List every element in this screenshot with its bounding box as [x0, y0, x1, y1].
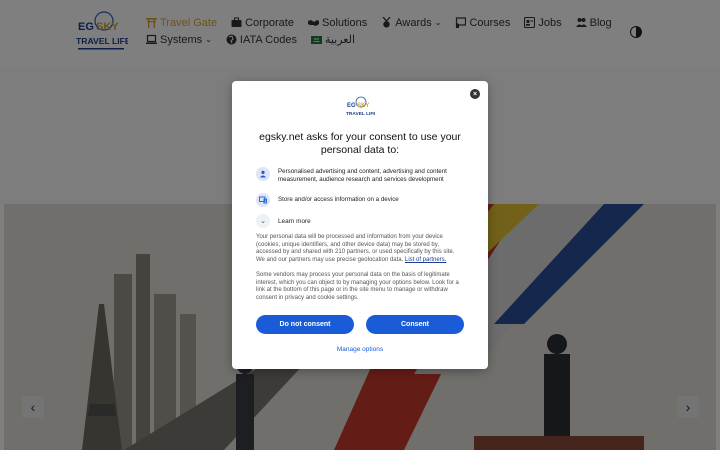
- svg-text:EG: EG: [347, 103, 356, 109]
- purpose-item: Store and/or access information on a dev…: [256, 193, 466, 207]
- consent-logo: EG SKY TRAVEL LIFE: [346, 96, 375, 117]
- close-icon[interactable]: ×: [470, 89, 480, 99]
- manage-options-link[interactable]: Manage options: [232, 346, 488, 353]
- purpose-item: Personalised advertising and content, ad…: [256, 167, 466, 184]
- purpose-text: Personalised advertising and content, ad…: [278, 168, 447, 183]
- partners-link[interactable]: List of partners.: [405, 257, 446, 263]
- do-not-consent-button[interactable]: Do not consent: [256, 315, 354, 334]
- consent-paragraph: Your personal data will be processed and…: [256, 234, 464, 264]
- consent-button[interactable]: Consent: [366, 315, 464, 334]
- purpose-text: Store and/or access information on a dev…: [278, 196, 399, 203]
- consent-dialog: × EG SKY TRAVEL LIFE egsky.net asks for …: [232, 81, 488, 369]
- learn-more-toggle[interactable]: ⌄ Learn more: [256, 214, 311, 228]
- consent-title: egsky.net asks for your consent to use y…: [259, 131, 461, 156]
- consent-paragraph-legit-interest: Some vendors may process your personal d…: [256, 272, 459, 301]
- learn-more-label: Learn more: [278, 217, 311, 225]
- svg-text:TRAVEL LIFE: TRAVEL LIFE: [346, 111, 375, 117]
- person-icon: [256, 167, 270, 181]
- chevron-down-icon: ⌄: [256, 214, 270, 228]
- svg-text:SKY: SKY: [357, 103, 369, 109]
- device-icon: [256, 193, 270, 207]
